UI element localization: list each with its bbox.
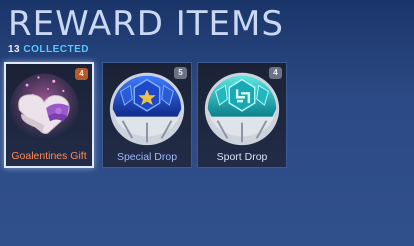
collected-label: COLLECTED (23, 44, 90, 55)
reward-card-special-drop[interactable]: 5 Special Drop (102, 62, 192, 168)
collected-count: 13 (8, 44, 21, 55)
collected-counter: 13 COLLECTED (8, 44, 89, 55)
sport-drop-ball-icon (204, 72, 280, 146)
item-name: Special Drop (116, 151, 178, 163)
reward-card-goalentines-gift[interactable]: 4 Goalentines Gift (4, 62, 94, 168)
page-title: REWARD ITEMS (8, 4, 284, 44)
reward-card-sport-drop[interactable]: 4 Sport Drop (197, 62, 287, 168)
item-name: Sport Drop (216, 151, 268, 163)
item-name: Goalentines Gift (11, 150, 87, 162)
heart-gift-box-icon (9, 73, 79, 143)
special-drop-ball-icon (109, 72, 185, 146)
